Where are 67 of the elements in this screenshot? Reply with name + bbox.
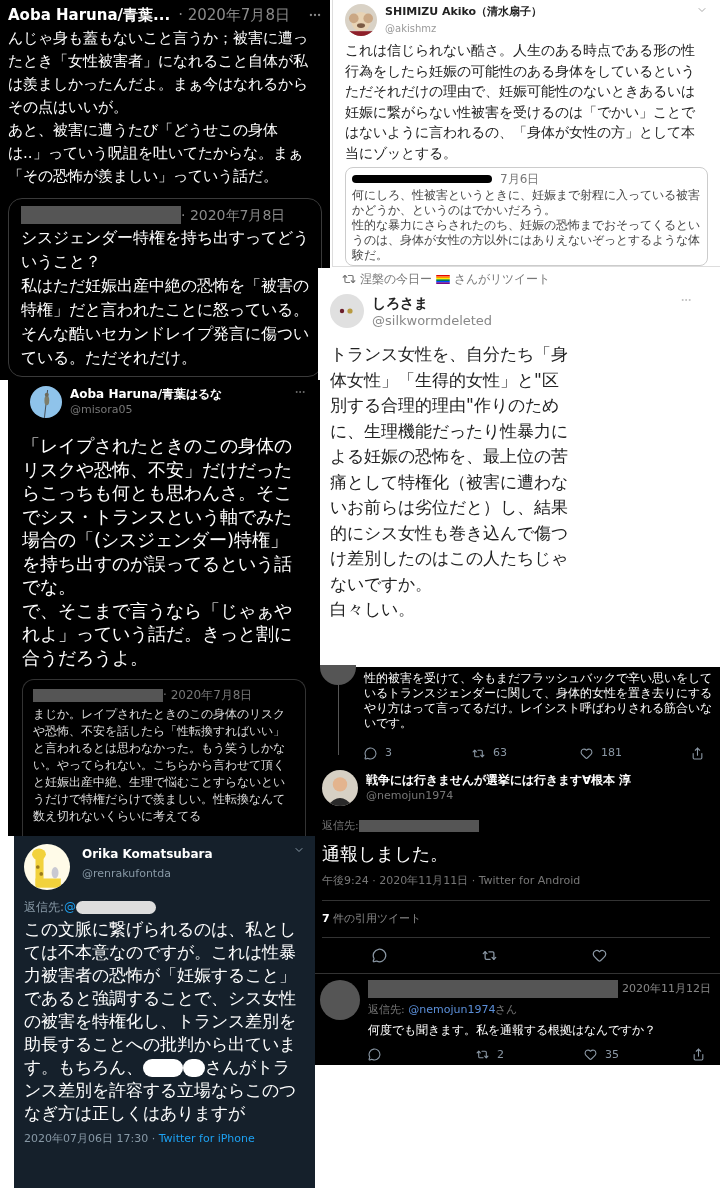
author-handle: @silkwormdeleted (372, 312, 493, 330)
tweet-text: トランス女性を、自分たち「身体女性」「生得的女性」と"区別する合理的理由"作りのために、生理機能だったり性暴力による妊娠の恐怖を、最上位の苦痛として特権化（被害に遭わないお前らは劣位だと）し、結果的にシス女性も巻き込んで傷つけ差別したのはこの人たちじゃないですか。 (330, 343, 569, 596)
retweet-icon (342, 272, 356, 286)
tweet-text: この文脈に繋げられるのは、私としては不本意なのですが。これは性暴力被害者の恐怖が「妊娠すること」であると強調することで、シス女性の被害を特権化し、トランス差別を助長することへの批判から出ています。もちろん、 さんがトランス差別を許容する立場ならこのつなぎ方は正しくはありますが (24, 918, 297, 1125)
avatar-icon (320, 980, 360, 1020)
like-button[interactable]: 181 (580, 745, 688, 762)
quoted-tweet[interactable]: 7月6日 何にしろ、性被害というときに、妊娠まで射程に入っている被害かどうか、というのはでかいだろう。 性的な暴力にさらされたのち、妊娠の恐怖までおそってくるというのは、身体が女性の方以外にはありえないぞっとするような体験だ。 (345, 167, 708, 266)
reply-to-label: 返信先: (24, 899, 65, 916)
author-handle: @misora05 (70, 402, 134, 418)
like-icon (580, 746, 593, 760)
tweet-text: 何度でも聞きます。私を通報する根拠はなんですか？ (368, 1021, 657, 1039)
reply-icon (364, 746, 377, 760)
tweet-text: 通報しました。 (321, 842, 449, 866)
tweet-text: あと、被害に遭うたび「どうせこの身体は..」っていう呪詛を吐いてたからな。まぁ「その恐怖が羨ましい」っていう話だ。 (8, 119, 304, 187)
author-name: Aoba Haruna/青葉はるな (70, 386, 223, 402)
quoted-text: 性的な暴力にさらされたのち、妊娠の恐怖までおそってくるというのは、身体が女性の方以外にはありえないぞっとするような体験だ。 (352, 218, 701, 263)
share-button[interactable] (691, 746, 704, 760)
tweet-text: んじゃ身も蓋もないこと言うか；被害に遭ったとき「女性被害者」になれること自体が私は羨ましかったんだよ。まぁ今はなれるからその点はいいが。 (8, 27, 309, 118)
reply-button[interactable] (372, 948, 387, 963)
tweet-text: 白々しい。 (330, 598, 416, 621)
tweet-text: 性的被害を受けて、今もまだフラッシュバックで辛い思いをしているトランスジェンダーに関して、身体的女性を置き去りにするやり方はって言ってるだけ。レイシスト呼ばわりされる筋合いないです。 (364, 671, 713, 731)
share-button[interactable] (692, 1048, 705, 1062)
author-handle: @nemojun1974 (366, 787, 455, 804)
author-handle: @renrakufontda (82, 866, 172, 882)
quote-tweets-link[interactable]: 7 件の引用ツイート (322, 911, 422, 925)
author-name: 戦争には行きませんが選挙には行きます∀根本 淳 (366, 771, 632, 788)
share-icon (692, 1048, 705, 1062)
retweet-button[interactable]: 2 (476, 1046, 584, 1063)
retweet-button[interactable]: 63 (472, 745, 580, 762)
tweet-text: で、そこまで言うなら「じゃぁやれよ」っていう話だ。きっと割に合うだろうよ。 (22, 598, 293, 669)
tweet-timestamp: 午後9:24 · 2020年11月11日 · Twitter for Android (321, 873, 582, 889)
quoted-tweet[interactable]: · 2020年7月8日 シスジェンダー特権を持ち出すってどういうこと？ 私はただ妊娠出産中絶の恐怖を「被害の特権」だと言われたことに怒っている。そんな酷いセカンドレイプ発言に傷ついている。ただそれだけ。 (8, 197, 322, 377)
tweet-text: これは信じられない酷さ。人生のある時点である形の性行為をしたら妊娠の可能性のある身体をしているというただそれだけの理由で、妊娠可能性のないときあるいは妊娠に繋がらない性被害を受けるのは「でかい」ことではないように言われるの、「身体が女性の方」として本当にゾッとする。 (345, 41, 696, 163)
retweet-label: さんがリツイート (454, 271, 550, 288)
mention-link[interactable]: @ (64, 898, 77, 916)
tweet-date: · 2020年7月8日 (181, 205, 286, 225)
quoted-text: 何にしろ、性被害というときに、妊娠まで射程に入っている被害かどうか、というのはでかいだろう。 (352, 188, 701, 218)
author-name: Aoba Haruna/青葉... (8, 5, 171, 26)
author-name: Orika Komatsubara (82, 846, 213, 863)
reply-to-suffix: さん (495, 1003, 518, 1016)
like-button[interactable]: 35 (584, 1046, 692, 1063)
tweet-date: · 2020年7月8日 (163, 687, 253, 704)
author-name: しろさま (372, 294, 429, 312)
tweet-date: 7月6日 (500, 171, 540, 188)
reply-to-label: 返信先: (368, 1003, 406, 1016)
author-handle: @akishmz (385, 21, 438, 36)
tweet-date: 2020年11月12日 (622, 980, 711, 997)
quoted-text: シスジェンダー特権を持ち出すってどういうこと？ (21, 227, 309, 273)
author-name: SHIMIZU Akiko（清水扇子） (385, 4, 543, 20)
source-link[interactable]: Twitter for iPhone (158, 1132, 255, 1145)
avatar-icon (330, 294, 364, 328)
reply-icon (368, 1048, 381, 1062)
flag-icon (436, 274, 450, 284)
tweet-date: · 2020年7月8日 (178, 5, 290, 26)
retweeted-by[interactable]: 涅槃の今日ー (360, 270, 432, 288)
retweet-button[interactable] (482, 948, 497, 963)
quoted-text: 私はただ妊娠出産中絶の恐怖を「被害の特権」だと言われたことに怒っている。そんな酷いセカンドレイプ発言に傷ついている。ただそれだけ。 (21, 275, 309, 369)
avatar-icon (322, 769, 358, 806)
reply-to-label: 返信先: (322, 817, 359, 834)
tweet-text: 「レイプされたときのこの身体のリスクや恐怖、不安」だけだったらこっちも何とも思わんさ。そこでシス・トランスという軸でみた場合の「(シスジェンダー)特権」を持ち出すのが誤ってるという話でな。 (22, 434, 293, 599)
quoted-text: まじか。レイプされたときのこの身体のリスクや恐怖、不安を話したら「性転換すればいい」と言われるとは思わなかった。もう笑うしかない。やってられない。こちらから言わせて頂くと妊娠出産中絶、生理で悩むことすらないというだけで特権だらけで羨ましい。性転換なんて数え切れないくらいに考えてる (33, 706, 286, 825)
mention-link[interactable]: @nemojun1974 (408, 1003, 496, 1016)
like-button[interactable] (592, 948, 607, 963)
like-icon (584, 1048, 597, 1062)
share-icon (691, 746, 704, 760)
reply-button[interactable]: 3 (364, 745, 472, 762)
tweet-timestamp: 2020年07月06日 17:30 · (24, 1132, 157, 1145)
